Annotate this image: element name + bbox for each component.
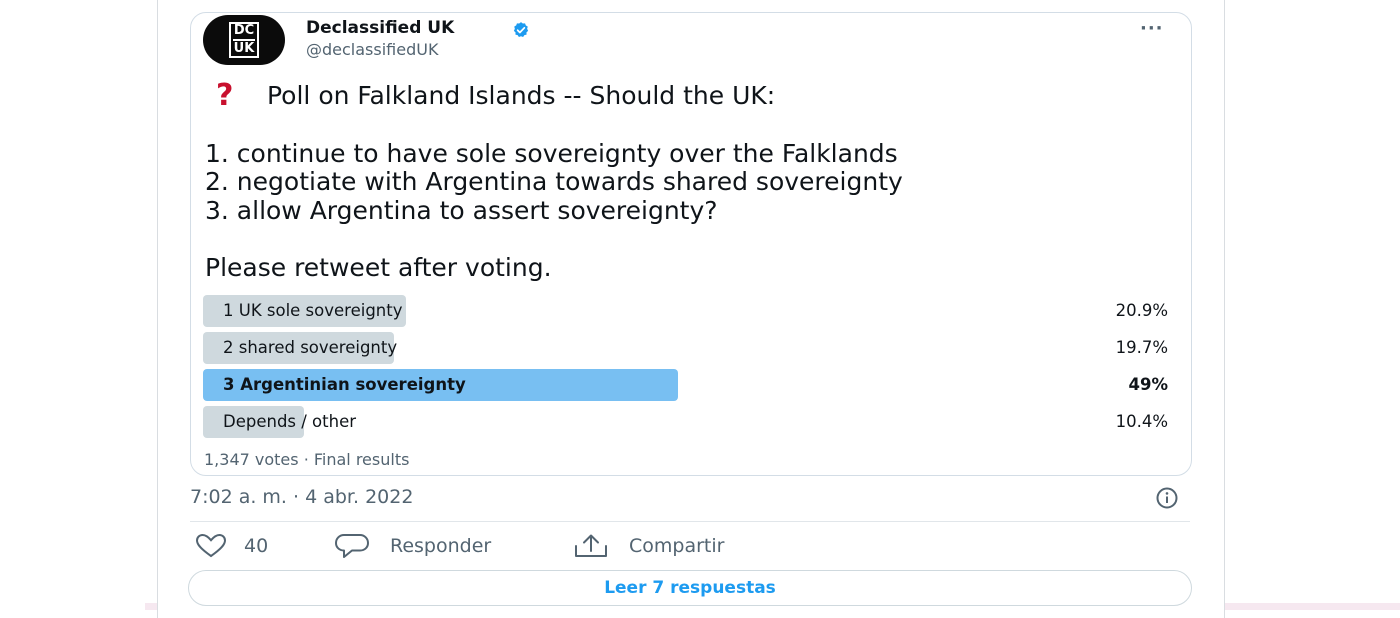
dcuk-logo: DC UK (229, 22, 259, 58)
poll-option-label: Depends / other (223, 412, 357, 431)
more-icon[interactable]: ··· (1140, 18, 1170, 39)
author-handle[interactable]: @declassifiedUK (306, 40, 438, 59)
reply-label: Responder (390, 535, 492, 557)
poll-option-label: 3 Argentinian sovereignty (223, 375, 466, 394)
poll-option-percent: 19.7% (1115, 338, 1168, 357)
poll-option-percent: 20.9% (1115, 301, 1168, 320)
like-count: 40 (244, 535, 269, 557)
author-name[interactable]: Declassified UK (306, 18, 454, 38)
verified-badge-icon (513, 22, 529, 37)
poll-option-label: 1 UK sole sovereignty (223, 301, 403, 320)
poll-option: 2 shared sovereignty 19.7% (203, 332, 1173, 364)
reply-button[interactable]: Responder (334, 532, 491, 560)
poll-meta: 1,347 votes · Final results (204, 450, 410, 469)
poll-option: 3 Argentinian sovereignty 49% (203, 369, 1173, 401)
info-icon[interactable] (1151, 486, 1183, 510)
poll-option-label: 2 shared sovereignty (223, 338, 398, 357)
tweet-cta: Please retweet after voting. (205, 253, 552, 282)
like-button[interactable]: 40 (194, 532, 268, 560)
poll-option-percent: 49% (1128, 375, 1169, 394)
reply-icon (335, 534, 369, 558)
question-mark-emoji: ? (216, 78, 234, 113)
tweet-option-line: 3. allow Argentina to assert sovereignty… (205, 196, 718, 225)
read-replies-button[interactable]: Leer 7 respuestas (188, 570, 1192, 606)
share-button[interactable]: Compartir (573, 532, 724, 560)
poll-option: Depends / other 10.4% (203, 406, 1173, 438)
share-label: Compartir (629, 535, 725, 557)
share-icon (575, 534, 607, 557)
poll-option-percent: 10.4% (1115, 412, 1168, 431)
tweet-option-line: 1. continue to have sole sovereignty ove… (205, 139, 898, 168)
tweet-timestamp[interactable]: 7:02 a. m. · 4 abr. 2022 (190, 486, 413, 508)
divider (190, 521, 1190, 522)
heart-icon (195, 533, 227, 558)
avatar[interactable]: DC UK (203, 15, 285, 65)
tweet-option-line: 2. negotiate with Argentina towards shar… (205, 167, 903, 196)
poll-option: 1 UK sole sovereignty 20.9% (203, 295, 1173, 327)
tweet-headline: Poll on Falkland Islands -- Should the U… (267, 81, 776, 110)
